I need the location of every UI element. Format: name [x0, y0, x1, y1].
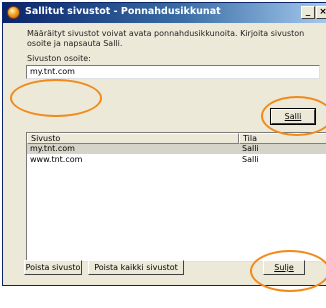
highlight-address-annotation: [10, 79, 102, 117]
site-address-input[interactable]: my.tnt.com: [26, 65, 320, 79]
title-bar[interactable]: Sallitut sivustot - Ponnahdusikkunat _ ×: [3, 3, 326, 23]
status-cell: Salli: [242, 155, 259, 164]
close-icon[interactable]: ×: [316, 6, 326, 19]
table-row[interactable]: my.tnt.com Salli: [27, 144, 326, 154]
column-header-status[interactable]: Tila: [239, 133, 326, 144]
list-header: Sivusto Tila: [27, 133, 326, 144]
allowed-sites-dialog: Sallitut sivustot - Ponnahdusikkunat _ ×…: [2, 2, 326, 286]
address-label: Sivuston osoite:: [27, 54, 91, 63]
status-cell: Salli: [242, 144, 259, 153]
column-header-site[interactable]: Sivusto: [27, 133, 239, 144]
remove-all-sites-button[interactable]: Poista kaikki sivustot: [88, 260, 184, 275]
highlight-close-annotation: [250, 250, 326, 292]
window-title: Sallitut sivustot - Ponnahdusikkunat: [25, 6, 221, 17]
table-row[interactable]: www.tnt.com Salli: [27, 155, 326, 165]
minimize-icon[interactable]: _: [301, 6, 315, 19]
allowed-sites-list[interactable]: Sivusto Tila my.tnt.com Salli www.tnt.co…: [26, 132, 326, 262]
remove-site-button[interactable]: Poista sivusto: [24, 260, 82, 275]
highlight-allow-annotation: [261, 96, 326, 136]
site-cell: my.tnt.com: [30, 144, 75, 153]
instructions-text: Määräityt sivustot voivat avata ponnahdu…: [27, 29, 305, 48]
app-icon: [7, 6, 20, 19]
site-cell: www.tnt.com: [30, 155, 83, 164]
